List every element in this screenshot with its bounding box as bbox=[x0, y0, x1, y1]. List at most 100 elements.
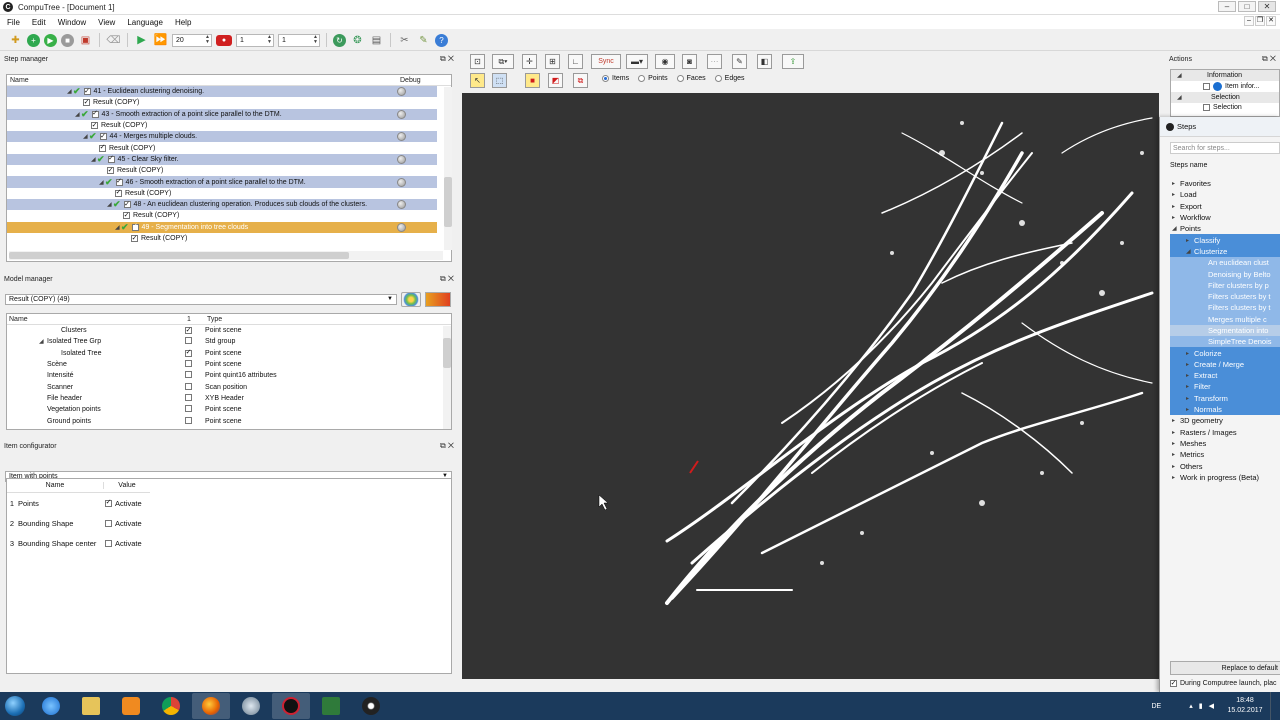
point-cloud-canvas[interactable] bbox=[462, 93, 1159, 679]
color-palette-button[interactable] bbox=[401, 292, 421, 307]
select-mode-points[interactable]: Points bbox=[638, 75, 668, 82]
expand-arrow-icon[interactable]: ▸ bbox=[1172, 429, 1180, 436]
model-row[interactable]: Clusters ✓ Point scene bbox=[7, 325, 451, 336]
delete-icon[interactable]: ⌫ bbox=[106, 33, 121, 48]
taskbar-explorer[interactable] bbox=[72, 693, 110, 719]
result-row[interactable]: ✓ Result (COPY) bbox=[7, 97, 451, 108]
steps-tree-item[interactable]: ▸ Extract bbox=[1170, 370, 1280, 382]
play-circle-icon[interactable]: ▶ bbox=[44, 33, 57, 47]
activate-checkbox[interactable] bbox=[105, 519, 112, 527]
result-select[interactable]: Result (COPY) (49) ▼ bbox=[5, 294, 397, 305]
model-visibility-checkbox[interactable] bbox=[185, 337, 192, 345]
pencil-icon[interactable]: ✎ bbox=[732, 54, 747, 69]
activate-checkbox[interactable]: ✓ bbox=[105, 499, 112, 507]
mdi-restore-button[interactable]: ❐ bbox=[1255, 16, 1265, 26]
debug-toggle-icon[interactable] bbox=[397, 200, 406, 210]
step-checkbox[interactable]: ✓ bbox=[99, 133, 107, 141]
model-visibility-checkbox[interactable]: ✓ bbox=[185, 349, 192, 357]
step-checkbox[interactable]: ✓ bbox=[123, 212, 130, 220]
taskbar-firefox[interactable] bbox=[192, 693, 230, 719]
result-row[interactable]: ✓ Result (COPY) bbox=[7, 120, 451, 131]
checkbox[interactable] bbox=[1203, 83, 1210, 90]
taskbar-media[interactable] bbox=[112, 693, 150, 719]
debug-toggle-icon[interactable] bbox=[397, 222, 406, 232]
result-row[interactable]: ✓ Result (COPY) bbox=[7, 188, 451, 199]
expand-arrow-icon[interactable]: ▸ bbox=[1186, 383, 1194, 390]
steps-tree-item[interactable]: Filter clusters by p bbox=[1170, 279, 1280, 291]
new-step-icon[interactable]: ✚ bbox=[8, 33, 23, 48]
model-row[interactable]: File header XYB Header bbox=[7, 393, 451, 404]
zoom-box-icon[interactable]: ⊞ bbox=[545, 54, 560, 69]
steps-tree-item[interactable]: Filters clusters by t bbox=[1170, 290, 1280, 303]
radio-button[interactable] bbox=[602, 75, 609, 82]
steps-tree-item[interactable]: ▸ Metrics bbox=[1170, 449, 1280, 460]
model-visibility-checkbox[interactable]: ✓ bbox=[185, 327, 192, 335]
expand-arrow-icon[interactable]: ▸ bbox=[1172, 191, 1180, 198]
menu-window[interactable]: Window bbox=[58, 18, 86, 27]
menu-file[interactable]: File bbox=[7, 18, 20, 27]
model-row[interactable]: Ground points Point scene bbox=[7, 415, 451, 426]
step-checkbox[interactable]: ✓ bbox=[123, 201, 131, 209]
step-row[interactable]: ◢ ✔ ✓ 45 - Clear Sky filter. bbox=[7, 153, 437, 166]
model-row[interactable]: Vegetation points Point scene bbox=[7, 404, 451, 415]
model-manager-tree[interactable]: Name 1 Type Clusters ✓ Point scene ◢ Isolated … bbox=[6, 313, 452, 430]
step-row[interactable]: ◢ ✔ ✓ 49 - Segmentation into tree clouds bbox=[7, 221, 437, 233]
record-icon[interactable]: ● bbox=[216, 34, 232, 46]
steps-tree-item[interactable]: ▸ Colorize bbox=[1170, 347, 1280, 359]
step-checkbox[interactable]: ✓ bbox=[99, 144, 106, 152]
vertical-scrollbar[interactable] bbox=[443, 326, 451, 429]
model-visibility-checkbox[interactable] bbox=[185, 371, 192, 379]
camera-settings-icon[interactable]: ▬▾ bbox=[626, 54, 648, 69]
step-checkbox[interactable]: ✓ bbox=[131, 235, 138, 242]
menu-view[interactable]: View bbox=[98, 18, 115, 27]
model-visibility-checkbox[interactable] bbox=[185, 416, 192, 424]
start-button[interactable] bbox=[0, 692, 30, 720]
steps-tree-item[interactable]: Merges multiple c bbox=[1170, 313, 1280, 325]
steps-tree-item[interactable]: Filters clusters by t bbox=[1170, 302, 1280, 314]
expand-arrow-icon[interactable]: ▸ bbox=[1186, 395, 1194, 402]
eye-icon[interactable]: ◉ bbox=[655, 54, 675, 69]
activate-checkbox[interactable] bbox=[105, 539, 112, 547]
expand-arrow-icon[interactable]: ◢ bbox=[1172, 225, 1180, 232]
expand-arrow-icon[interactable]: ▸ bbox=[1172, 474, 1180, 481]
horizontal-scrollbar[interactable] bbox=[9, 251, 443, 260]
steps-tree-item[interactable]: ▸ Export bbox=[1170, 201, 1280, 212]
steps-tree-item[interactable]: ▸ Load bbox=[1170, 189, 1280, 200]
expand-arrow-icon[interactable]: ▸ bbox=[1186, 361, 1194, 368]
debug-toggle-icon[interactable] bbox=[397, 177, 406, 187]
steps-tree-item[interactable]: ▸ Filter bbox=[1170, 381, 1280, 393]
result-row[interactable]: ✓ Result (COPY) bbox=[7, 165, 451, 176]
model-row[interactable]: Scanner Scan position bbox=[7, 381, 451, 392]
taskbar-chrome[interactable] bbox=[152, 693, 190, 719]
steps-tree-item[interactable]: SimpleTree Denois bbox=[1170, 336, 1280, 348]
tools-icon[interactable]: ✂ bbox=[397, 33, 412, 48]
fast-forward-icon[interactable]: ⏩ bbox=[153, 33, 168, 48]
step-checkbox[interactable]: ✓ bbox=[83, 99, 90, 107]
vertical-scrollbar[interactable] bbox=[444, 87, 452, 250]
clock[interactable]: 18:48 15.02.2017 bbox=[1220, 696, 1270, 716]
run-icon[interactable]: ▶ bbox=[134, 33, 149, 48]
select-mode-edges[interactable]: Edges bbox=[714, 75, 745, 82]
steps-tree[interactable]: ▸ Favorites ▸ Load ▸ Export ▸ Workflow ◢ Points ▸ C… bbox=[1170, 178, 1280, 483]
step-count-input[interactable]: 20 ▲ ▼ bbox=[172, 33, 212, 47]
radio-button[interactable] bbox=[638, 75, 646, 82]
steps-tree-item[interactable]: An euclidean clust bbox=[1170, 257, 1280, 269]
expand-arrow-icon[interactable]: ▸ bbox=[1186, 237, 1194, 244]
point-cloud-viewer[interactable] bbox=[462, 93, 1159, 679]
taskbar-terminal[interactable] bbox=[312, 693, 350, 719]
add-icon[interactable]: + bbox=[27, 33, 40, 47]
help-icon[interactable]: ? bbox=[435, 33, 448, 47]
panel-float-close-icon[interactable]: ⧉ ✕ bbox=[440, 54, 454, 64]
end-index-input[interactable]: 1 ▲ ▼ bbox=[278, 33, 320, 47]
panel-float-close-icon[interactable]: ⧉ ✕ bbox=[440, 441, 454, 451]
select-cursor-icon[interactable]: ↖ bbox=[470, 73, 485, 88]
expand-arrow-icon[interactable]: ▸ bbox=[1172, 463, 1180, 470]
radio-button[interactable] bbox=[676, 75, 684, 82]
document-icon[interactable]: ▤ bbox=[369, 33, 384, 48]
color-gradient-button[interactable] bbox=[425, 292, 451, 307]
model-row[interactable]: Isolated Tree ✓ Point scene bbox=[7, 348, 451, 359]
close-button[interactable]: ✕ bbox=[1258, 1, 1276, 12]
step-row[interactable]: ◢ ✔ ✓ 48 - An euclidean clustering operatio… bbox=[7, 198, 437, 211]
model-visibility-checkbox[interactable] bbox=[185, 393, 192, 401]
save-icon[interactable]: ▣ bbox=[78, 33, 93, 48]
